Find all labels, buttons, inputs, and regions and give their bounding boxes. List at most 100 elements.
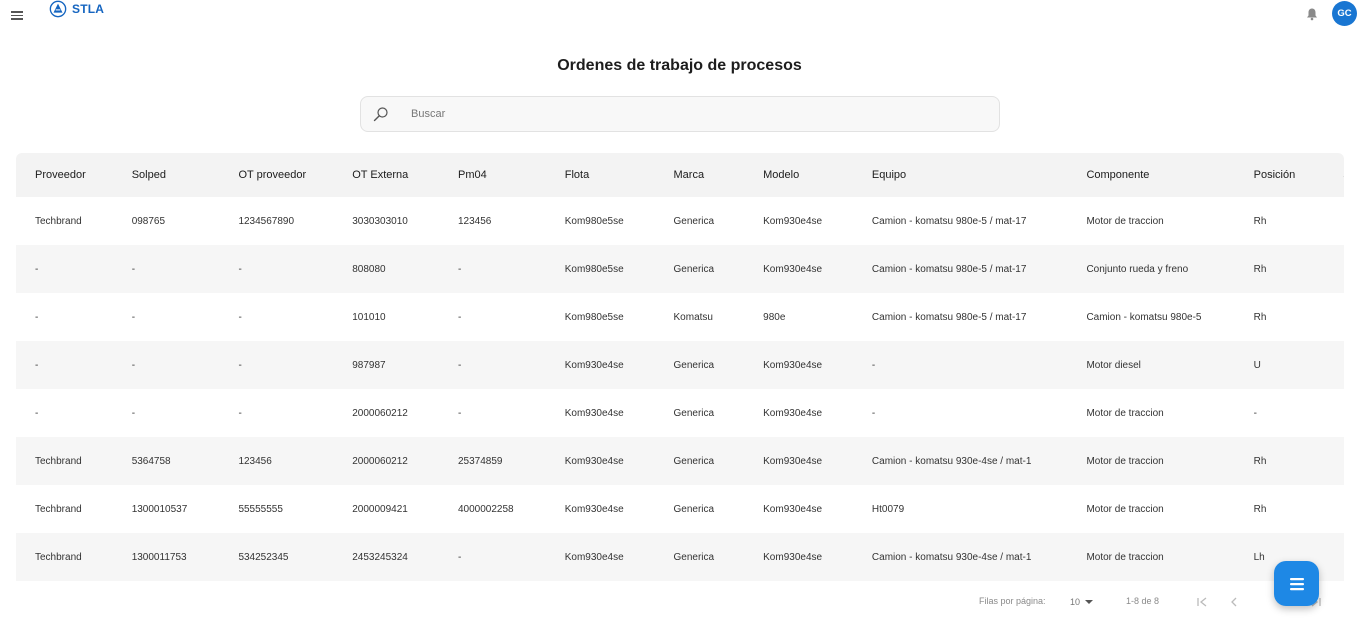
column-header-pm04[interactable]: Pm04	[439, 153, 546, 197]
table-cell: Ma	[1324, 389, 1344, 437]
table-cell: -	[458, 407, 462, 419]
table-cell: Motor diesel	[1086, 359, 1141, 371]
table-cell: -	[35, 407, 39, 419]
table-cell: 5364758	[131, 455, 171, 467]
table-cell: Kom930e4se	[763, 263, 823, 275]
table-row[interactable]: Techbrand 1300010537 55555555 2000009421 400…	[16, 485, 1344, 533]
chevron-down-icon	[1085, 600, 1094, 604]
column-header-sku[interactable]: SKU	[1324, 153, 1344, 197]
table-cell: Camion - komatsu 980e-5 / mat-17	[871, 215, 1027, 227]
table-cell: Kom930e4se	[564, 407, 624, 419]
table-cell: Motor de traccion	[1086, 455, 1164, 467]
table-cell: Camion - komatsu 980e-5 / mat-17	[871, 263, 1027, 275]
table-cell: -	[238, 311, 242, 323]
table-cell: 2000009421	[352, 503, 408, 515]
table-cell: -	[871, 359, 876, 371]
table-cell: 980e	[763, 311, 786, 323]
table-cell: Camion - komatsu 930e-4se / mat-1	[871, 455, 1032, 467]
table-cell: Kom930e4se	[564, 359, 624, 371]
logo-text: STLA	[72, 2, 105, 16]
table-cell: 123456	[458, 215, 492, 227]
column-header-ot-externa[interactable]: OT Externa	[333, 153, 439, 197]
search-bar[interactable]	[360, 96, 1000, 132]
table-row[interactable]: - - - 2000060212 - Kom930e4se Generica Kom930e4…	[16, 389, 1344, 437]
table-cell: -	[458, 311, 462, 323]
table-cell: Kom930e4se	[763, 215, 823, 227]
table-cell: Generica	[673, 503, 715, 515]
first-page-icon[interactable]	[1196, 596, 1208, 608]
rows-per-page-value: 10	[1070, 597, 1081, 607]
table-cell: -	[35, 263, 39, 275]
table-cell: Camion - komatsu 980e-5	[1086, 311, 1202, 323]
table-cell: Rh	[1253, 311, 1267, 323]
table-cell: Techbrand	[35, 215, 82, 227]
rows-per-page-select[interactable]: 10	[1070, 597, 1094, 607]
column-header-solped[interactable]: Solped	[113, 153, 220, 197]
previous-page-icon[interactable]	[1228, 596, 1240, 608]
table-cell: 534252345	[238, 551, 289, 563]
table-cell: Motor de traccion	[1086, 503, 1164, 515]
table-cell: Kom980e5se	[564, 311, 624, 323]
table-cell: 25374859	[458, 455, 503, 467]
table-cell: 1234567890	[238, 215, 295, 227]
table-cell: Rh	[1253, 263, 1267, 275]
table-cell: Camion - komatsu 980e-5 / mat-17	[871, 311, 1027, 323]
table-cell: -	[871, 407, 876, 419]
column-header-ot-proveedor[interactable]: OT proveedor	[219, 153, 333, 197]
table-cell: Kom980e5se	[564, 215, 624, 227]
table-cell: Generica	[673, 455, 715, 467]
table-cell: Generica	[673, 359, 715, 371]
table-cell: -	[238, 263, 242, 275]
search-input[interactable]	[411, 108, 971, 120]
table-cell: 2000060212	[352, 407, 408, 419]
table-cell: Generica	[673, 407, 715, 419]
column-header-equipo[interactable]: Equipo	[853, 153, 1068, 197]
table-cell: -	[35, 359, 39, 371]
table-row[interactable]: Techbrand 098765 1234567890 3030303010 12345…	[16, 197, 1344, 245]
list-menu-icon	[1289, 577, 1304, 590]
table-cell: -	[131, 263, 136, 275]
table-cell: -	[131, 359, 136, 371]
table-cell: Motor de traccion	[1086, 551, 1164, 563]
table-cell: Techbrand	[35, 503, 82, 515]
table-cell: Ma	[1324, 197, 1344, 245]
app-logo[interactable]: STLA	[49, 0, 104, 18]
table-header-row: Proveedor Solped OT proveedor OT Externa…	[16, 153, 1344, 197]
search-icon	[373, 107, 388, 122]
page-title: Ordenes de trabajo de procesos	[557, 57, 802, 74]
table-cell: -	[35, 311, 39, 323]
column-header-flota[interactable]: Flota	[546, 153, 655, 197]
table-cell: 808080	[352, 263, 386, 275]
column-header-proveedor[interactable]: Proveedor	[16, 153, 113, 197]
table-cell: -	[131, 311, 136, 323]
table-cell: Techbrand	[35, 551, 82, 563]
notifications-bell-icon[interactable]	[1305, 7, 1319, 21]
table-row[interactable]: - - - 808080 - Kom980e5se Generica Kom930e4se Ca…	[16, 245, 1344, 293]
table-row[interactable]: - - - 987987 - Kom930e4se Generica Kom930e4se - M…	[16, 341, 1344, 389]
column-header-componente[interactable]: Componente	[1067, 153, 1234, 197]
table-cell: Ma	[1324, 245, 1344, 293]
table-cell: Rh	[1253, 455, 1267, 467]
table-cell: Motor de traccion	[1086, 407, 1164, 419]
table-cell: 3030303010	[352, 215, 408, 227]
table-cell: U	[1253, 359, 1261, 371]
hamburger-menu-icon[interactable]	[11, 11, 23, 21]
rows-per-page-label: Filas por página:	[979, 596, 1046, 606]
table-cell: Ma	[1324, 437, 1344, 485]
user-avatar[interactable]: GC	[1332, 1, 1357, 26]
column-header-posicion[interactable]: Posición	[1235, 153, 1325, 197]
table-cell: 2453245324	[352, 551, 408, 563]
floating-action-button[interactable]	[1274, 561, 1319, 606]
table-cell: Kom930e4se	[564, 551, 624, 563]
table-cell: -	[1253, 407, 1257, 419]
table-cell: Generica	[673, 215, 715, 227]
column-header-marca[interactable]: Marca	[655, 153, 745, 197]
table-cell: Rh	[1253, 503, 1267, 515]
table-cell: 098765	[131, 215, 166, 227]
table-cell: Techbrand	[35, 455, 82, 467]
table-cell: Komatsu	[673, 311, 713, 323]
column-header-modelo[interactable]: Modelo	[744, 153, 853, 197]
table-row[interactable]: - - - 101010 - Kom980e5se Komatsu 980e Camion - …	[16, 293, 1344, 341]
table-row[interactable]: Techbrand 5364758 123456 2000060212 25374859…	[16, 437, 1344, 485]
table-row[interactable]: Techbrand 1300011753 534252345 2453245324 - K…	[16, 533, 1344, 581]
